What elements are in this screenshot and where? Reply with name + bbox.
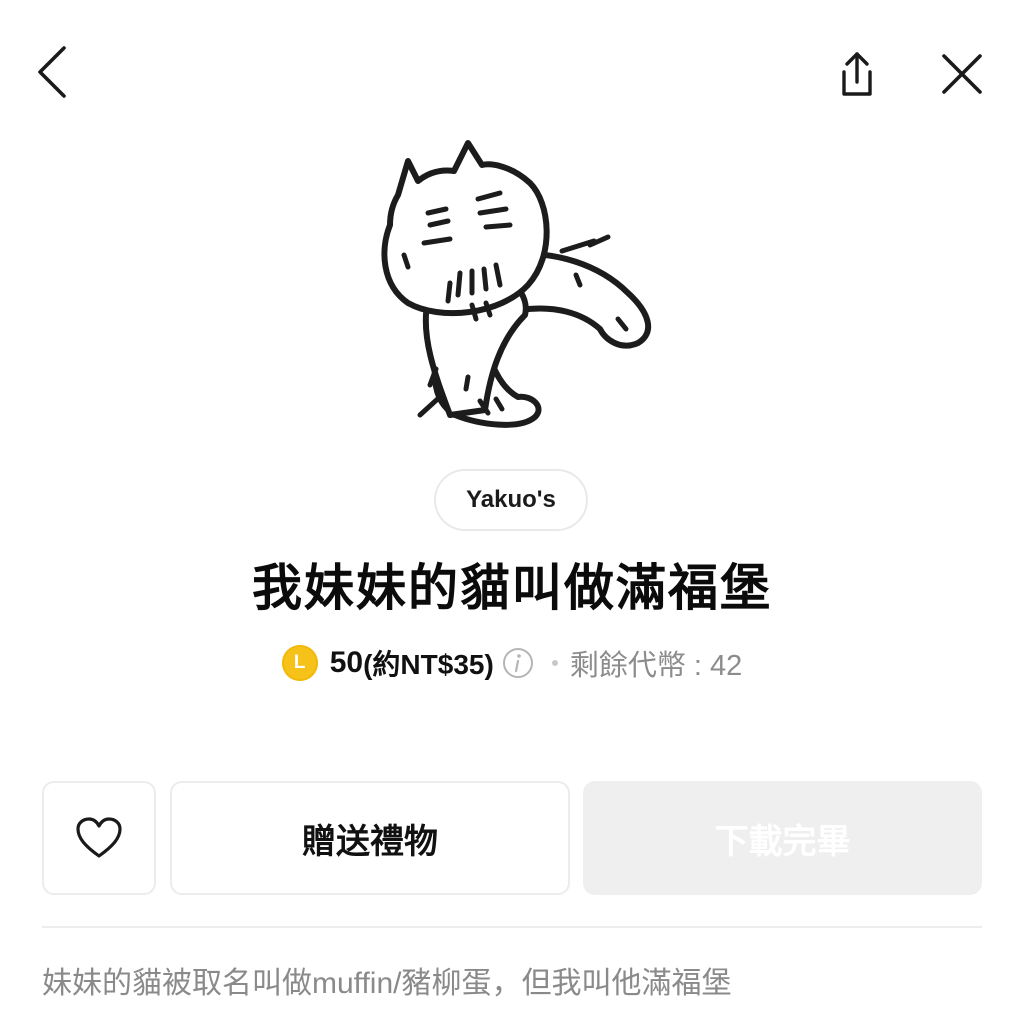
price-row: L 50 (約NT$35) 剩餘代幣 : 42 — [0, 640, 1024, 686]
author-name-button[interactable]: Yakuo's — [434, 469, 588, 531]
price-value: 50 — [329, 646, 364, 679]
cat-sticker-illustration — [381, 140, 652, 428]
chevron-left-icon — [38, 46, 66, 98]
remaining-coins: 剩餘代幣 : 42 — [569, 650, 743, 682]
share-icon — [842, 52, 872, 96]
info-button[interactable] — [502, 647, 534, 679]
close-button[interactable] — [930, 44, 994, 104]
sticker-preview-image — [350, 125, 680, 455]
action-buttons: 贈送禮物 下載完畢 — [0, 781, 1024, 895]
download-complete-button: 下載完畢 — [583, 781, 982, 895]
sticker-title: 我妹妹的貓叫做滿福堡 — [252, 560, 772, 616]
separator-dot — [551, 660, 558, 666]
divider — [42, 926, 982, 928]
share-button[interactable] — [826, 44, 888, 104]
favorite-button[interactable] — [42, 781, 156, 895]
back-button[interactable] — [22, 40, 82, 104]
heart-icon — [76, 817, 122, 858]
close-icon — [942, 54, 982, 94]
sticker-description: 妹妹的貓被取名叫做muffin/豬柳蛋，但我叫他滿福堡 — [42, 967, 732, 1000]
price-approx: (約NT$35) — [363, 649, 494, 680]
coin-icon: L — [281, 645, 318, 681]
info-icon — [502, 648, 533, 678]
gift-button[interactable]: 贈送禮物 — [170, 781, 570, 895]
